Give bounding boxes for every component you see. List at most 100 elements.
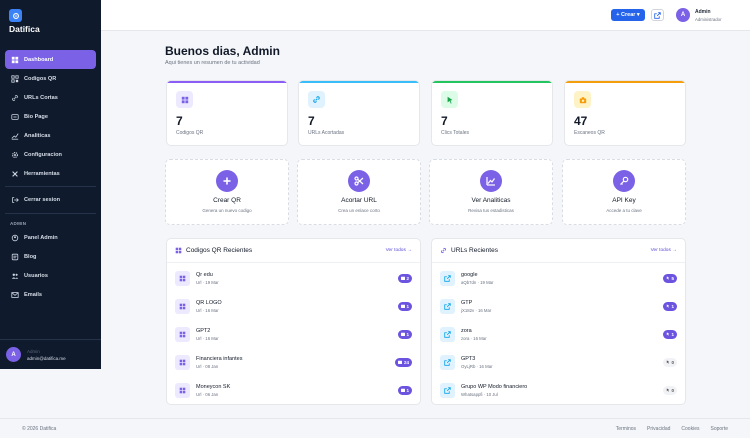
sidebar-divider [5, 186, 96, 187]
brand[interactable]: Datifica [9, 9, 40, 34]
sidebar-item-label: Blog [24, 253, 37, 260]
header-avatar[interactable]: A [676, 8, 690, 22]
scan-count-badge: 2 [397, 273, 412, 283]
item-meta: OyLjRb · 16 Mar [461, 363, 493, 369]
list-item[interactable]: zora zora · 16 Mar 1 [432, 320, 685, 348]
sidebar-item-label: Codigos QR [24, 75, 57, 82]
sidebar-item-bio-page[interactable]: Bio Page [5, 107, 96, 126]
header-user-menu[interactable]: Admin Administrador [695, 9, 722, 22]
sidebar-item-tools[interactable]: Herramientas [5, 164, 96, 183]
footer-link-privacy[interactable]: Privacidad [647, 426, 670, 432]
list-item[interactable]: Grupo WP Modo financiero Whatsappfi · 10 … [432, 376, 685, 404]
tools-icon [12, 170, 18, 177]
camera-icon [400, 276, 405, 280]
action-desc: Genera un nuevo codigo [202, 208, 252, 213]
external-link-icon [654, 11, 661, 19]
create-button[interactable]: + Crear ▾ [611, 9, 645, 21]
chart-icon [480, 170, 502, 192]
click-count-badge: 0 [662, 385, 677, 395]
sidebar-item-label: Cerrar sesion [24, 196, 61, 203]
link-icon [308, 91, 325, 108]
sidebar-item-logout[interactable]: Cerrar sesion [5, 190, 96, 209]
stat-card-urls: 7 URLs Acortadas [298, 80, 420, 146]
blog-icon [11, 253, 19, 260]
header-user-name: Admin [695, 9, 711, 15]
panel-title: Codigos QR Recientes [186, 247, 253, 254]
action-shorten-url[interactable]: Acortar URL Crea un enlace corto [297, 159, 421, 225]
panel-header: URLs Recientes Ver todos → [432, 239, 685, 263]
sidebar-item-admin-panel[interactable]: Panel Admin [5, 228, 96, 247]
cursor-icon [666, 276, 670, 280]
sidebar-item-short-urls[interactable]: URLs Cortas [5, 88, 96, 107]
item-meta: zora · 16 Mar [461, 335, 487, 341]
action-title: API Key [612, 197, 636, 204]
qr-icon [175, 270, 190, 286]
list-item[interactable]: GPT3 OyLjRb · 16 Mar 0 [432, 348, 685, 376]
stat-value: 7 [441, 114, 448, 128]
action-title: Acortar URL [341, 197, 377, 204]
action-view-analytics[interactable]: Ver Analiticas Revisa tus estadisticas [429, 159, 553, 225]
qr-icon [176, 91, 193, 108]
footer-link-support[interactable]: Soporte [710, 426, 728, 432]
open-external-button[interactable] [651, 9, 664, 21]
list-item[interactable]: QR LOGO Url · 16 Mar 1 [167, 292, 420, 320]
stat-card-scans: 47 Escaneos QR [564, 80, 686, 146]
stat-label: Codigos QR [176, 130, 204, 136]
click-count-badge: 1 [662, 301, 677, 311]
item-name: google [461, 271, 478, 278]
qr-icon [175, 354, 190, 370]
sidebar-item-label: Herramientas [24, 170, 60, 177]
link-icon [440, 247, 447, 254]
cursor-icon [666, 332, 670, 336]
scan-count-badge: 1 [397, 385, 412, 395]
view-all-qr-link[interactable]: Ver todos → [386, 248, 412, 253]
sidebar-section-admin: ADMIN [10, 221, 27, 226]
item-name: Qr edu [196, 271, 213, 278]
sidebar-item-label: Bio Page [24, 113, 48, 120]
external-link-icon [440, 270, 455, 286]
external-link-icon [440, 354, 455, 370]
external-link-icon [440, 298, 455, 314]
stat-card-accent [565, 81, 685, 83]
qr-icon [175, 298, 190, 314]
scan-count-badge: 1 [397, 329, 412, 339]
stat-label: Clics Totales [441, 130, 469, 136]
item-name: QR LOGO [196, 299, 222, 306]
recent-urls-panel: URLs Recientes Ver todos → google aQb7dn … [431, 238, 686, 405]
item-name: Moneycon SK [196, 383, 231, 390]
list-item[interactable]: google aQb7dn · 19 Mar 5 [432, 264, 685, 292]
stat-card-accent [167, 81, 287, 83]
sidebar-item-emails[interactable]: Emails [5, 285, 96, 304]
sidebar-user[interactable]: A Admin admin@datifica.me [0, 339, 101, 369]
cursor-icon [666, 360, 670, 364]
sidebar-item-analytics[interactable]: Analiticas [5, 126, 96, 145]
stat-card-clicks: 7 Clics Totales [431, 80, 553, 146]
sidebar-user-email: admin@datifica.me [27, 355, 66, 361]
list-item[interactable]: GPT2 Url · 16 Mar 1 [167, 320, 420, 348]
stat-label: Escaneos QR [574, 130, 605, 136]
external-link-icon [440, 382, 455, 398]
list-item[interactable]: Financiera infantes Url · 08 Jan 24 [167, 348, 420, 376]
users-icon [11, 273, 19, 279]
view-all-urls-link[interactable]: Ver todos → [651, 248, 677, 253]
sidebar-item-label: Panel Admin [24, 234, 58, 241]
list-item[interactable]: Qr edu Url · 19 Mar 2 [167, 264, 420, 292]
list-item[interactable]: Moneycon SK Url · 06 Jan 1 [167, 376, 420, 404]
action-desc: Revisa tus estadisticas [468, 208, 514, 213]
sidebar-item-label: URLs Cortas [24, 94, 58, 101]
sidebar-item-blog[interactable]: Blog [5, 247, 96, 266]
sidebar-item-settings[interactable]: Configuracion [5, 145, 96, 164]
sidebar-item-dashboard[interactable]: Dashboard [5, 50, 96, 69]
footer: © 2026 Datifica Terminos Privacidad Cook… [0, 418, 750, 438]
footer-link-cookies[interactable]: Cookies [681, 426, 699, 432]
cursor-icon [666, 304, 670, 308]
qr-icon [175, 247, 182, 254]
panel-title: URLs Recientes [451, 247, 498, 254]
sidebar-item-users[interactable]: Usuarios [5, 266, 96, 285]
action-create-qr[interactable]: Crear QR Genera un nuevo codigo [165, 159, 289, 225]
footer-link-terms[interactable]: Terminos [616, 426, 636, 432]
sidebar-item-qr-codes[interactable]: Codigos QR [5, 69, 96, 88]
stat-value: 7 [308, 114, 315, 128]
list-item[interactable]: GTP jX182v · 16 Mar 1 [432, 292, 685, 320]
action-api-key[interactable]: API Key Accede a tu clave [562, 159, 686, 225]
